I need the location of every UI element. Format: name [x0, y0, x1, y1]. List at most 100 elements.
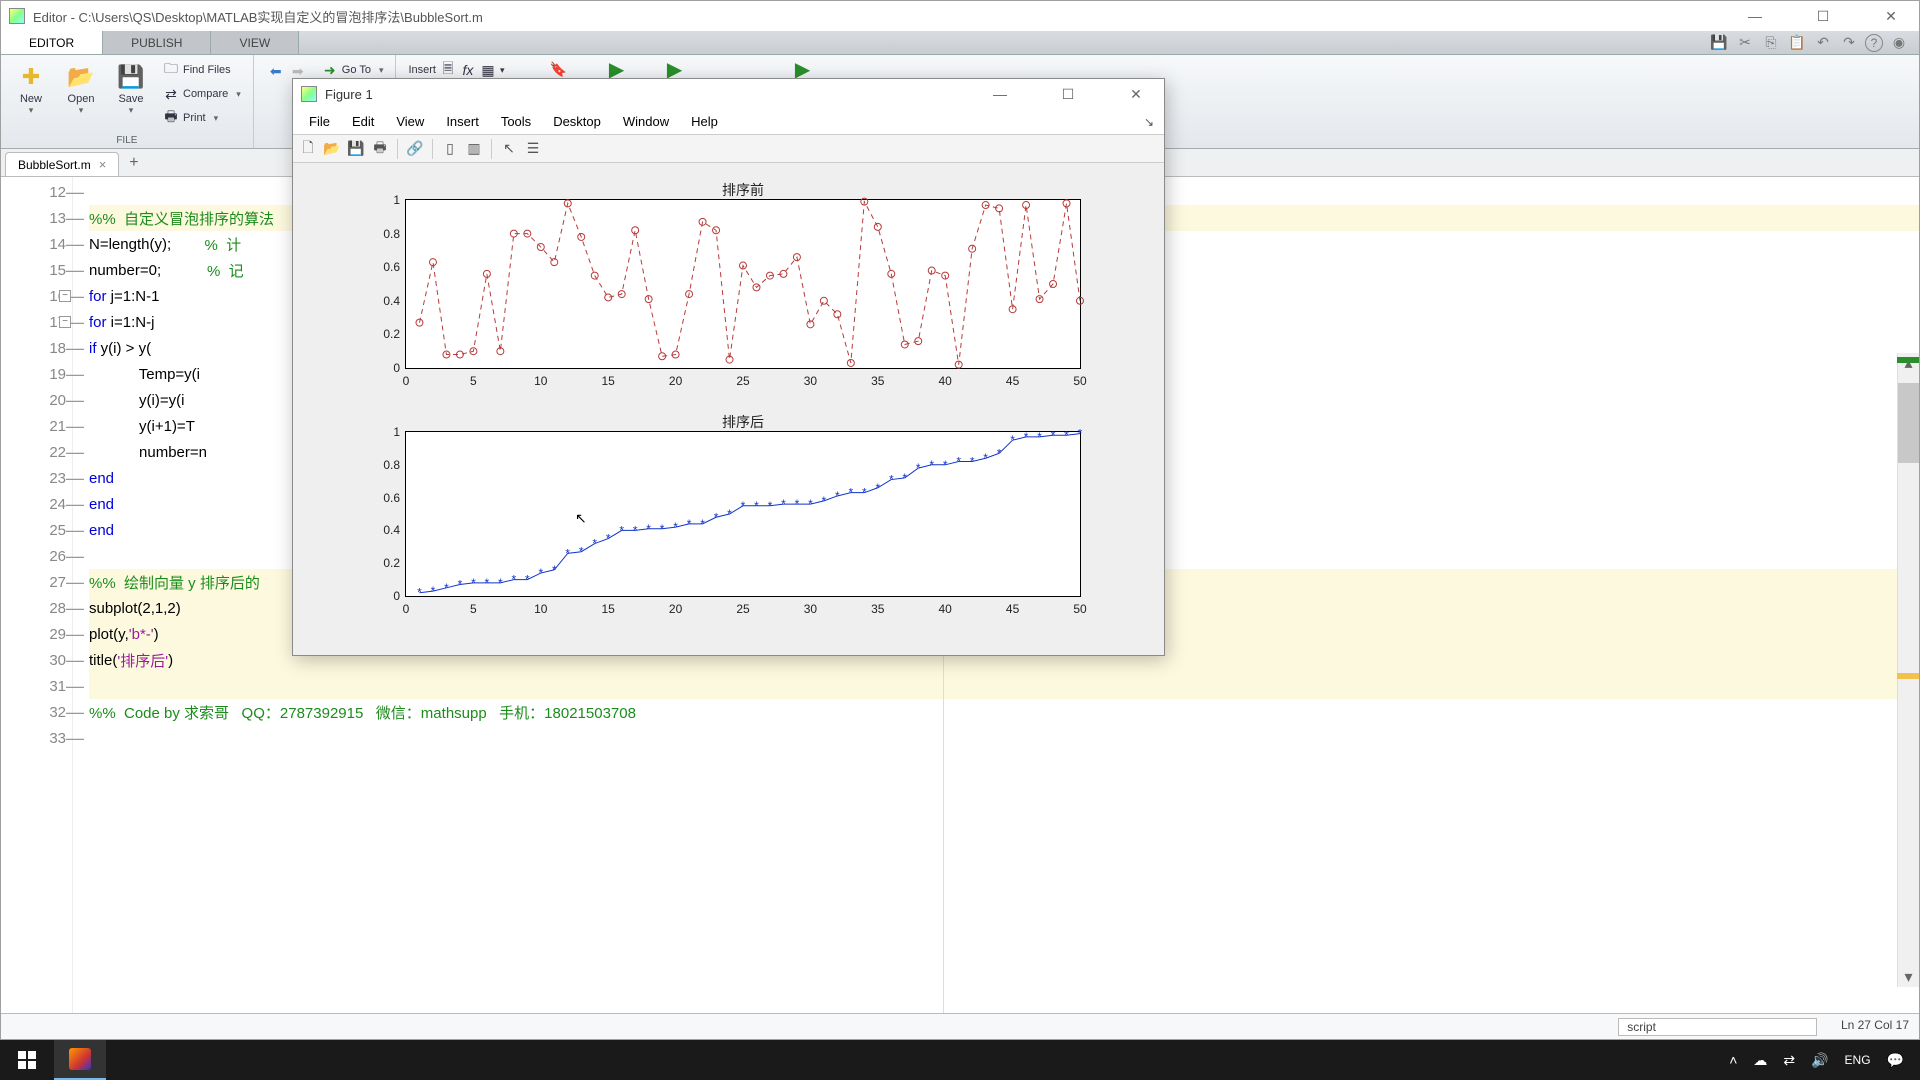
- fold-toggle[interactable]: −: [59, 316, 71, 328]
- menu-desktop[interactable]: Desktop: [543, 112, 611, 131]
- window-title: Editor - C:\Users\QS\Desktop\MATLAB实现自定义…: [33, 7, 1735, 26]
- menu-window[interactable]: Window: [613, 112, 679, 131]
- undo-icon[interactable]: ↶: [1813, 34, 1833, 52]
- svg-text:*: *: [458, 578, 463, 592]
- x-tick-label: 45: [1006, 374, 1019, 388]
- new-button[interactable]: ✚ New ▾: [9, 59, 53, 116]
- help-icon[interactable]: ?: [1865, 34, 1883, 52]
- plot1-svg: [406, 200, 1080, 368]
- copy-icon[interactable]: ⎘: [1761, 34, 1781, 52]
- menu-tools[interactable]: Tools: [491, 112, 541, 131]
- plot2-title: 排序后: [406, 412, 1080, 432]
- tb-open-icon[interactable]: 📂: [321, 138, 343, 160]
- forward-icon[interactable]: ➡: [290, 63, 306, 79]
- svg-text:*: *: [727, 507, 732, 521]
- figure-maximize-button[interactable]: ☐: [1048, 84, 1088, 104]
- plot2-svg: ****************************************…: [406, 432, 1080, 596]
- toolbar-separator: [491, 139, 492, 159]
- tb-dock1-icon[interactable]: ▯: [439, 138, 461, 160]
- start-button[interactable]: [0, 1040, 54, 1080]
- system-tray: ˄ ☁ ⇄ 🔊 ENG 💬: [1729, 1052, 1920, 1069]
- tb-dock2-icon[interactable]: ▥: [463, 138, 485, 160]
- tb-print-icon[interactable]: 🖶: [369, 138, 391, 160]
- x-tick-label: 40: [939, 602, 952, 616]
- file-tab-close-icon[interactable]: ×: [99, 157, 107, 172]
- menu-view[interactable]: View: [386, 112, 434, 131]
- y-tick-label: 0.8: [383, 458, 400, 472]
- tab-publish[interactable]: PUBLISH: [103, 31, 211, 54]
- figure-close-button[interactable]: ✕: [1116, 84, 1156, 104]
- insert-label: Insert: [408, 64, 436, 76]
- maximize-button[interactable]: ☐: [1803, 6, 1843, 26]
- file-tab-add[interactable]: +: [119, 150, 148, 176]
- new-label: New: [20, 93, 42, 105]
- compare-button[interactable]: ⇄Compare: [159, 83, 245, 105]
- tb-pointer-icon[interactable]: ↖: [498, 138, 520, 160]
- file-tab-active[interactable]: BubbleSort.m ×: [5, 152, 119, 176]
- tray-language[interactable]: ENG: [1845, 1053, 1871, 1067]
- svg-text:*: *: [714, 510, 719, 524]
- print-label: Print: [183, 112, 206, 124]
- menu-insert[interactable]: Insert: [436, 112, 489, 131]
- redo-icon[interactable]: ↷: [1839, 34, 1859, 52]
- ribbon-group-file: ✚ New ▾ 📂 Open ▾ 💾 Save ▾ 🗀Find Files ⇄C…: [1, 55, 254, 148]
- svg-text:*: *: [741, 499, 746, 513]
- open-button[interactable]: 📂 Open ▾: [59, 59, 103, 116]
- y-tick-label: 0.4: [383, 294, 400, 308]
- svg-text:*: *: [1078, 427, 1083, 441]
- svg-text:*: *: [485, 576, 490, 590]
- menu-file[interactable]: File: [299, 112, 340, 131]
- tray-chevron-icon[interactable]: ˄: [1729, 1052, 1737, 1068]
- tab-editor[interactable]: EDITOR: [1, 31, 103, 54]
- svg-text:*: *: [1051, 428, 1056, 442]
- svg-text:*: *: [606, 532, 611, 546]
- save-button[interactable]: 💾 Save ▾: [109, 59, 153, 116]
- figure-minimize-button[interactable]: —: [980, 84, 1020, 104]
- close-button[interactable]: ✕: [1871, 6, 1911, 26]
- app-icon: [9, 8, 25, 24]
- fold-toggle[interactable]: −: [59, 290, 71, 302]
- save-icon[interactable]: 💾: [1709, 34, 1729, 52]
- quick-access: 💾 ✂ ⎘ 📋 ↶ ↷ ? ◉: [1709, 31, 1919, 54]
- svg-text:*: *: [498, 576, 503, 590]
- tray-cloud-icon[interactable]: ☁: [1753, 1052, 1767, 1069]
- code-line[interactable]: [89, 725, 1919, 751]
- print-button[interactable]: 🖶Print: [159, 107, 245, 129]
- code-line[interactable]: %% Code by 求索哥 QQ：2787392915 微信：mathsupp…: [89, 699, 1919, 725]
- find-files-icon: 🗀: [163, 62, 179, 78]
- run-section-icon[interactable]: ▶: [667, 61, 683, 77]
- tb-link-icon[interactable]: 🔗: [404, 138, 426, 160]
- x-tick-label: 0: [403, 374, 410, 388]
- tb-prop-icon[interactable]: ☰: [522, 138, 544, 160]
- taskbar-matlab[interactable]: [54, 1040, 106, 1080]
- y-tick-label: 0: [393, 361, 400, 375]
- menu-help[interactable]: Help: [681, 112, 728, 131]
- x-tick-label: 0: [403, 602, 410, 616]
- tb-new-icon[interactable]: 🗋: [297, 138, 319, 160]
- menu-dock-icon[interactable]: ↘: [1144, 115, 1158, 129]
- svg-text:*: *: [687, 517, 692, 531]
- find-files-button[interactable]: 🗀Find Files: [159, 59, 245, 81]
- code-line[interactable]: [89, 673, 1919, 699]
- x-tick-label: 20: [669, 374, 682, 388]
- scroll-thumb[interactable]: [1898, 383, 1919, 463]
- menu-edit[interactable]: Edit: [342, 112, 384, 131]
- breakpoint-icon[interactable]: 🔖: [551, 61, 567, 77]
- save-label: Save: [118, 93, 143, 105]
- tray-ime-icon[interactable]: ⇄: [1783, 1052, 1795, 1069]
- tb-save-icon[interactable]: 💾: [345, 138, 367, 160]
- run-icon[interactable]: ▶: [609, 61, 625, 77]
- paste-icon[interactable]: 📋: [1787, 34, 1807, 52]
- vertical-scrollbar[interactable]: ▴ ▾: [1897, 353, 1919, 987]
- back-icon[interactable]: ⬅: [268, 63, 284, 79]
- tab-view[interactable]: VIEW: [211, 31, 299, 54]
- minimize-button[interactable]: —: [1735, 6, 1775, 26]
- svg-text:*: *: [970, 455, 975, 469]
- cut-icon[interactable]: ✂: [1735, 34, 1755, 52]
- dock-icon[interactable]: ◉: [1889, 34, 1909, 52]
- tray-notifications-icon[interactable]: 💬: [1887, 1052, 1904, 1069]
- tray-volume-icon[interactable]: 🔊: [1811, 1052, 1828, 1069]
- svg-text:*: *: [646, 522, 651, 536]
- run-advance-icon[interactable]: ▶: [795, 61, 811, 77]
- y-tick-label: 0.8: [383, 227, 400, 241]
